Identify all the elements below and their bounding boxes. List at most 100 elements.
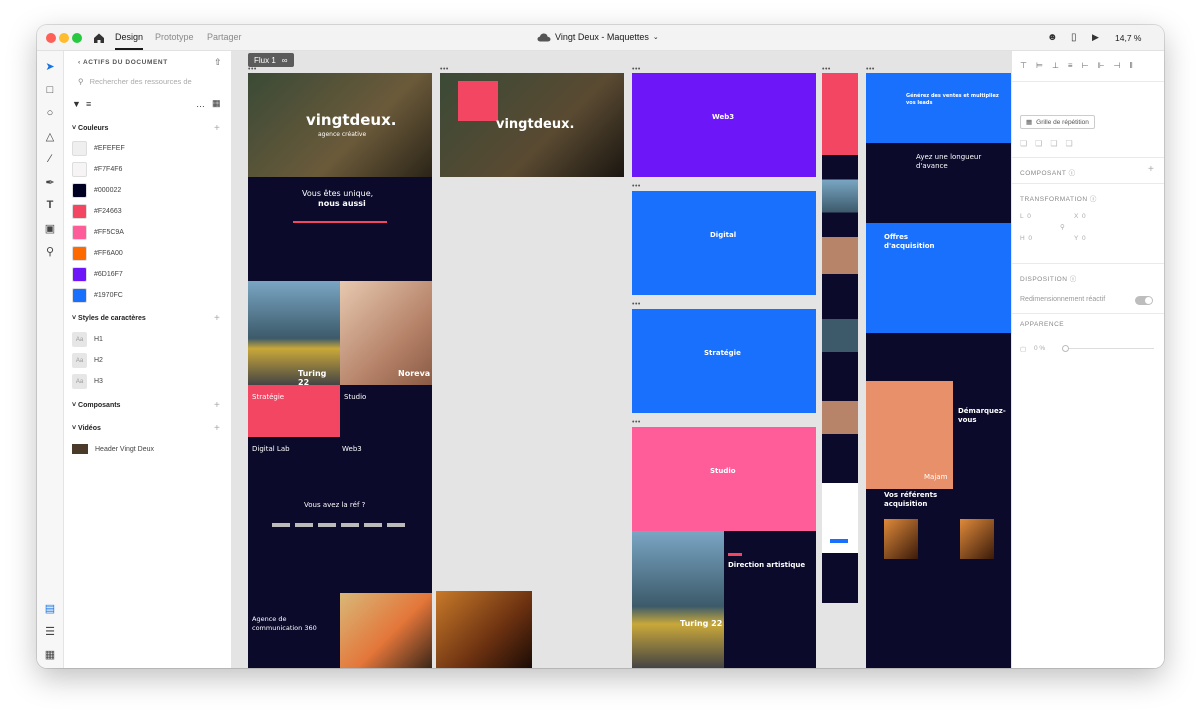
color-swatch-row[interactable]: #F7F4F6 [72, 162, 122, 177]
zoom-tool-icon[interactable]: ⚲ [43, 244, 57, 258]
artboard-landing-demarquez[interactable]: Démarquez-vous Majam [866, 381, 1011, 489]
char-style-item[interactable]: Aa H1 [72, 332, 103, 347]
artboard-landing-referents[interactable]: Vos référents acquisition [866, 489, 1011, 668]
add-component-button[interactable]: + [1148, 164, 1154, 175]
artboard-hero[interactable]: vingtdeux. agence créative [248, 73, 432, 177]
artboard-menu-dots[interactable]: ••• [632, 301, 641, 308]
artboard-menu-dots[interactable]: ••• [632, 66, 641, 73]
tab-share[interactable]: Partager [207, 32, 242, 42]
align-right-icon[interactable]: ⊣ [1114, 61, 1121, 70]
artboard-menu-dots[interactable]: ••• [866, 66, 875, 73]
line-tool-icon[interactable]: ∕ [43, 152, 57, 166]
add-video-button[interactable]: + [214, 423, 220, 434]
artboard-noreva[interactable]: Noreva [340, 281, 432, 385]
char-style-item[interactable]: Aa H3 [72, 374, 103, 389]
assets-panel-icon[interactable]: ▤ [43, 601, 57, 615]
flow-label[interactable]: Flux 1 ∞ [248, 53, 294, 67]
polygon-tool-icon[interactable]: △ [43, 129, 57, 143]
artboard-menu-dots[interactable]: ••• [632, 419, 641, 426]
artboard-turing[interactable]: Turing 22 [248, 281, 340, 385]
align-bottom-icon[interactable]: ⊥ [1052, 61, 1059, 70]
play-icon[interactable]: ▶ [1092, 32, 1099, 43]
artboard-mobile-form[interactable] [822, 483, 858, 553]
artboard-menu-dots[interactable]: ••• [822, 66, 831, 73]
zoom-level[interactable]: 14,7 % [1115, 33, 1141, 43]
artboard-turing-2[interactable]: Turing 22 [632, 531, 724, 668]
components-section-header[interactable]: ˅ Composants [72, 402, 120, 409]
artboard-landing-steps[interactable] [866, 333, 1011, 381]
add-component-button[interactable]: + [214, 400, 220, 411]
artboard-strategie[interactable]: Stratégie [248, 385, 340, 437]
artboard-mobile-footer[interactable] [822, 553, 858, 603]
design-canvas[interactable]: Flux 1 ∞ ••• vingtdeux. agence créative V… [232, 51, 1011, 668]
lock-aspect-icon[interactable]: ⚲ [1060, 223, 1065, 231]
align-top-icon[interactable]: ⊤ [1020, 61, 1027, 70]
width-field[interactable]: L 0 [1020, 213, 1031, 220]
repeat-grid-button[interactable]: ▦ Grille de répétition [1020, 115, 1095, 129]
ellipse-tool-icon[interactable]: ○ [43, 106, 57, 120]
artboard-lab-web3[interactable]: Digital Lab Web3 [248, 437, 432, 489]
add-color-button[interactable]: + [214, 123, 220, 134]
artboard-menu-dots[interactable]: ••• [632, 183, 641, 190]
artboard-digital[interactable]: Digital [632, 191, 816, 295]
assets-panel-title[interactable]: ‹ ACTIFS DU DOCUMENT [78, 59, 168, 66]
color-swatch-row[interactable]: #EFEFEF [72, 141, 125, 156]
opacity-value[interactable]: 0 % [1034, 345, 1045, 352]
artboard-references[interactable]: Vous avez la réf ? [248, 489, 432, 593]
artboard-studio[interactable]: Studio [340, 385, 432, 437]
plugins-icon[interactable]: ▦ [43, 647, 57, 661]
exclude-shape-icon[interactable]: ❏ [1066, 139, 1073, 148]
add-char-style-button[interactable]: + [214, 313, 220, 324]
align-center-icon[interactable]: ⊩ [1098, 61, 1105, 70]
char-styles-section-header[interactable]: ˅ Styles de caractères [72, 315, 146, 322]
video-item[interactable]: Header Vingt Deux [72, 444, 154, 454]
videos-section-header[interactable]: ˅ Vidéos [72, 425, 101, 432]
close-window-button[interactable] [46, 33, 56, 43]
color-swatch-row[interactable]: #FF5C9A [72, 225, 124, 240]
artboard-tool-icon[interactable]: ▣ [43, 221, 57, 235]
maximize-window-button[interactable] [72, 33, 82, 43]
x-field[interactable]: X 0 [1074, 213, 1086, 220]
list-view-icon[interactable]: … [196, 99, 205, 109]
artboard-mobile-menu[interactable] [822, 73, 858, 155]
assets-search[interactable]: ⚲ Rechercher des ressources de [78, 77, 226, 86]
export-icon[interactable]: ⇧ [214, 57, 222, 68]
color-swatch-row[interactable]: #F24663 [72, 204, 122, 219]
colors-section-header[interactable]: ˅ Couleurs [72, 125, 108, 132]
document-title[interactable]: Vingt Deux - Maquettes ⌄ [537, 32, 659, 42]
artboard-menu-dots[interactable]: ••• [440, 66, 449, 73]
responsive-resize-toggle[interactable] [1135, 296, 1153, 305]
text-tool-icon[interactable]: T [43, 198, 57, 212]
device-preview-icon[interactable]: ▯ [1071, 32, 1077, 43]
artboard-hero-menu[interactable]: vingtdeux. [440, 73, 624, 177]
opacity-slider-track[interactable] [1062, 348, 1154, 349]
artboard-agence-photo[interactable] [340, 593, 432, 668]
artboard-landing-hero[interactable]: Générez des ventes et multipliez vos lea… [866, 73, 1011, 143]
minimize-window-button[interactable] [59, 33, 69, 43]
height-field[interactable]: H 0 [1020, 235, 1032, 242]
align-left-icon[interactable]: ⊢ [1082, 61, 1089, 70]
artboard-mobile-turing[interactable] [822, 155, 858, 237]
color-swatch-row[interactable]: #FF6A00 [72, 246, 123, 261]
distribute-horizontal-icon[interactable]: ‖ [1129, 61, 1132, 70]
y-field[interactable]: Y 0 [1074, 235, 1086, 242]
artboard-menu-dots[interactable]: ••• [248, 66, 257, 73]
rectangle-tool-icon[interactable]: □ [43, 83, 57, 97]
artboard-landing-offres[interactable]: Offres d'acquisition [866, 223, 1011, 333]
artboard-web3[interactable]: Web3 [632, 73, 816, 177]
artboard-direction[interactable]: Direction artistique [724, 531, 816, 668]
artboard-mobile-noreva[interactable] [822, 237, 858, 319]
artboard-agence[interactable]: Agence de communication 360 [248, 593, 340, 668]
pen-tool-icon[interactable]: ✒ [43, 175, 57, 189]
char-style-item[interactable]: Aa H2 [72, 353, 103, 368]
artboard-unique[interactable]: Vous êtes unique, nous aussi [248, 177, 432, 281]
tab-prototype[interactable]: Prototype [155, 32, 194, 42]
artboard-landing-avance[interactable]: Ayez une longueur d'avance [866, 143, 1011, 223]
intersect-shape-icon[interactable]: ❏ [1050, 139, 1057, 148]
tab-design[interactable]: Design [115, 32, 143, 42]
artboard-studio-pink[interactable]: Studio [632, 427, 816, 531]
select-tool-icon[interactable]: ➤ [43, 59, 57, 73]
subtract-shape-icon[interactable]: ❏ [1035, 139, 1042, 148]
layers-icon[interactable]: ☰ [43, 624, 57, 638]
distribute-vertical-icon[interactable]: ≡ [1068, 61, 1073, 70]
